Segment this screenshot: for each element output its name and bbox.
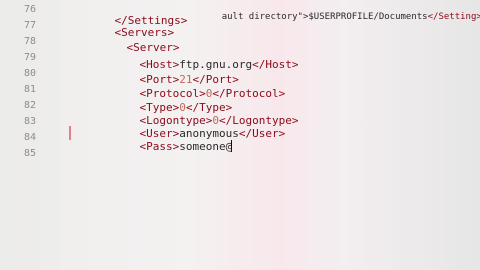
code-line-current[interactable]: <Pass>someone@ [113,126,233,168]
xml-close-tag: </Host> [252,58,299,71]
line-number: 76 [24,4,37,15]
line-number: 80 [24,68,37,79]
code-editor[interactable]: ault directory">$USERPROFILE/Documents</… [0,0,480,270]
xml-value: someone@ [179,140,233,153]
xml-close-tag: </User> [238,127,286,140]
partial-path-value: $USERPROFILE/Documents [308,12,428,22]
line-number: 83 [24,116,37,127]
partial-close-tag: </Setting> [427,12,480,22]
partial-top-line: ault directory">$USERPROFILE/Documents</… [200,0,480,38]
xml-open-tag: <Pass> [139,140,180,153]
line-number: 79 [24,52,37,63]
current-line-marker [69,126,71,140]
line-number: 81 [24,84,37,95]
line-number: 84 [24,132,37,143]
line-number: 78 [24,36,37,47]
line-number: 82 [24,100,37,111]
line-number: 77 [24,20,37,31]
line-number: 85 [24,148,37,159]
text-caret [231,140,233,152]
partial-attr-text: ault directory"> [221,12,309,22]
